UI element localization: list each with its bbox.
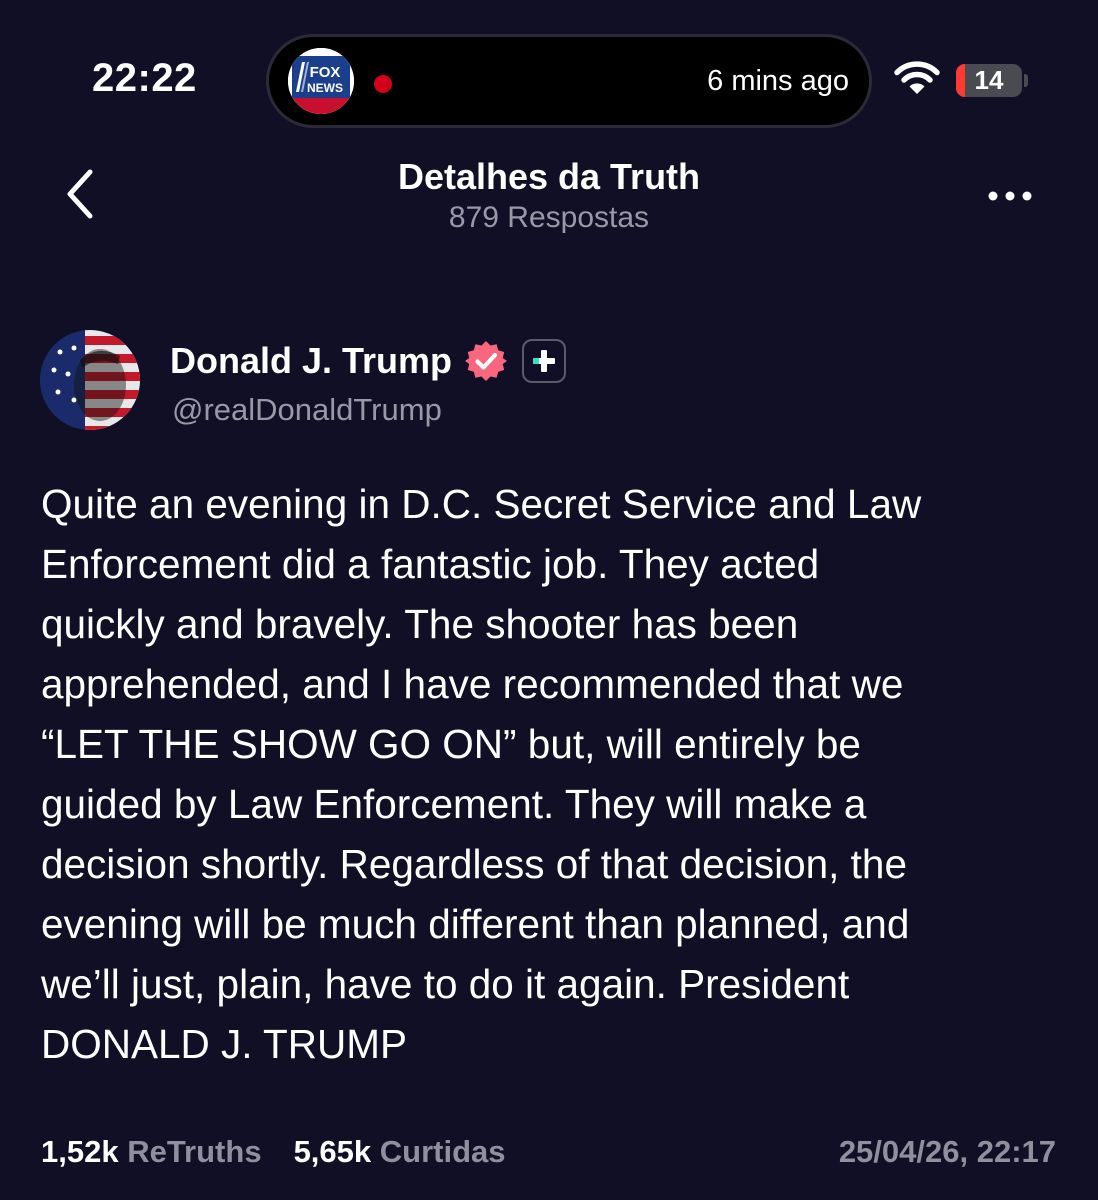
retruths-count: 1,52k [41, 1134, 119, 1169]
live-activity-updated-time: 6 mins ago [707, 65, 849, 97]
retruths-stat[interactable]: 1,52k ReTruths [41, 1134, 262, 1169]
author-avatar[interactable] [40, 330, 140, 430]
plus-badge-icon [522, 339, 567, 383]
wifi-icon [894, 61, 940, 94]
likes-stat[interactable]: 5,65k Curtidas [294, 1134, 506, 1169]
battery-level-text: 14 [974, 65, 1004, 95]
back-button[interactable] [56, 166, 106, 222]
retruths-label: ReTruths [127, 1134, 262, 1169]
author-name[interactable]: Donald J. Trump [170, 340, 452, 382]
truth-details-screen: 22:22 FOX NEWS 6 mins ago 14 Detalhes da… [0, 0, 1098, 1200]
more-horizontal-icon [988, 191, 1032, 201]
more-options-button[interactable] [980, 176, 1040, 216]
chevron-left-icon [67, 169, 93, 219]
live-dot [374, 75, 392, 93]
author-handle[interactable]: @realDonaldTrump [172, 392, 442, 428]
fox-logo-word-fox: FOX [310, 64, 341, 81]
fox-logo-word-news: NEWS [307, 81, 343, 95]
live-activity-island[interactable]: FOX NEWS 6 mins ago [266, 34, 872, 128]
battery-icon: 14 [956, 64, 1022, 97]
replies-count: 879 Respostas [448, 201, 650, 234]
battery-cap [1024, 74, 1028, 87]
likes-label: Curtidas [379, 1134, 506, 1169]
author-name-row: Donald J. Trump [170, 336, 567, 386]
verified-badge-icon [465, 341, 508, 381]
likes-count: 5,65k [293, 1134, 372, 1169]
fox-news-logo: FOX NEWS [288, 48, 354, 114]
post-text: Quite an evening in D.C. Secret Service … [41, 481, 922, 1067]
post-stats: 1,52k ReTruths 5,65k Curtidas [41, 1134, 506, 1170]
status-bar-time: 22:22 [92, 56, 197, 100]
post-timestamp: 25/04/26, 22:17 [838, 1134, 1056, 1169]
page-title: Detalhes da Truth [397, 156, 701, 197]
